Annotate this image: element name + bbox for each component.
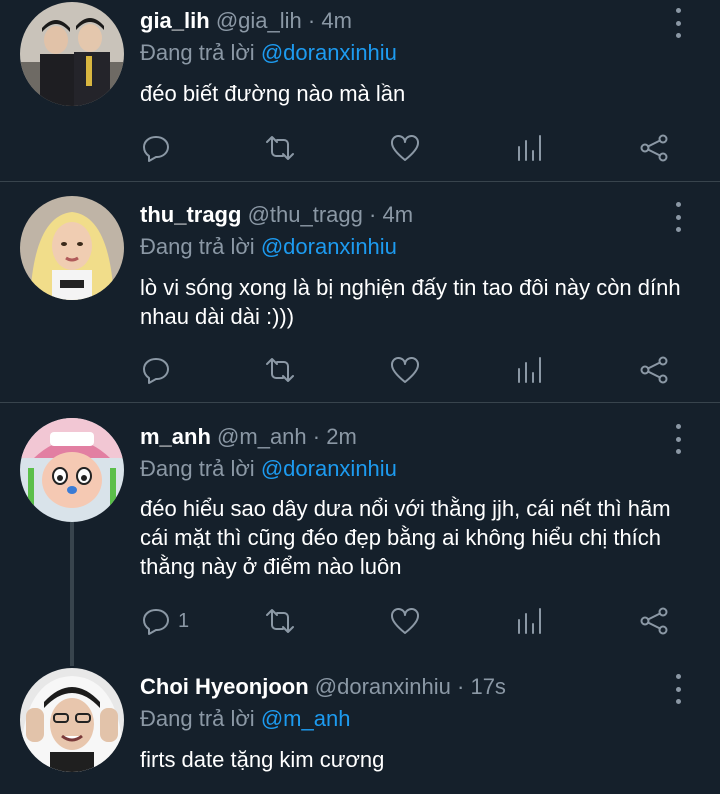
tweet-gia-lih[interactable]: gia_lih @gia_lih · 4m Đang trả lời @dora… (0, 0, 720, 180)
display-name[interactable]: Choi Hyeonjoon (140, 674, 309, 699)
retweet-button[interactable] (264, 130, 296, 166)
user-handle[interactable]: @doranxinhiu (315, 674, 451, 699)
like-icon (391, 608, 419, 634)
replying-to: Đang trả lời @doranxinhiu (140, 233, 397, 261)
retweet-button[interactable] (264, 352, 296, 388)
tweet-header: thu_tragg @thu_tragg · 4m (140, 201, 413, 229)
user-handle[interactable]: @m_anh (217, 424, 307, 449)
more-icon[interactable] (668, 674, 688, 704)
tweet-thu-tragg[interactable]: thu_tragg @thu_tragg · 4m Đang trả lời @… (0, 182, 720, 402)
more-icon[interactable] (668, 202, 688, 232)
avatar[interactable] (20, 2, 124, 106)
separator-dot: · (369, 202, 377, 227)
retweet-icon (266, 136, 294, 160)
tweet-actions (0, 352, 720, 388)
reply-mention[interactable]: @doranxinhiu (261, 234, 397, 259)
timestamp[interactable]: 4m (382, 202, 413, 227)
reply-button[interactable] (140, 130, 178, 166)
replying-to: Đang trả lời @doranxinhiu (140, 39, 397, 67)
separator-dot: · (312, 424, 321, 449)
more-icon[interactable] (668, 424, 688, 454)
tweet-actions (0, 130, 720, 166)
reply-button[interactable] (140, 352, 178, 388)
analytics-icon (518, 608, 541, 634)
share-button[interactable] (638, 603, 670, 639)
tweet-choi-hyeonjoon[interactable]: Choi Hyeonjoon @doranxinhiu · 17s Đang t… (0, 665, 720, 794)
reply-button[interactable]: 1 (140, 603, 189, 639)
avatar[interactable] (20, 196, 124, 300)
reply-mention[interactable]: @doranxinhiu (261, 40, 397, 65)
reply-prefix: Đang trả lời (140, 234, 255, 259)
like-icon (391, 135, 419, 161)
reply-mention[interactable]: @doranxinhiu (261, 456, 397, 481)
display-name[interactable]: thu_tragg (140, 202, 241, 227)
reply-icon (143, 609, 169, 635)
share-icon (640, 607, 668, 635)
avatar[interactable] (20, 668, 124, 772)
like-button[interactable] (389, 352, 421, 388)
tweet-text: lò vi sóng xong là bị nghiện đấy tin tao… (140, 275, 681, 329)
analytics-button[interactable] (514, 130, 546, 166)
replying-to: Đang trả lời @m_anh (140, 705, 350, 733)
user-handle[interactable]: @gia_lih (216, 8, 302, 33)
analytics-icon (518, 357, 541, 383)
share-icon (640, 356, 668, 384)
tweet-text: firts date tặng kim cương (140, 747, 385, 772)
share-button[interactable] (638, 352, 670, 388)
tweet-actions: 1 (0, 603, 720, 639)
tweet-header: gia_lih @gia_lih · 4m (140, 7, 352, 35)
reply-prefix: Đang trả lời (140, 456, 255, 481)
timestamp[interactable]: 17s (470, 674, 505, 699)
user-handle[interactable]: @thu_tragg (248, 202, 363, 227)
tweet-text: đéo biết đường nào mà lần (140, 81, 406, 106)
tweet-m-anh[interactable]: m_anh @m_anh · 2m Đang trả lời @doranxin… (0, 403, 720, 665)
more-icon[interactable] (668, 8, 688, 38)
display-name[interactable]: gia_lih (140, 8, 210, 33)
retweet-icon (266, 609, 294, 633)
tweet-header: Choi Hyeonjoon @doranxinhiu · 17s (140, 673, 506, 701)
reply-prefix: Đang trả lời (140, 40, 255, 65)
analytics-icon (518, 135, 541, 161)
reply-count: 1 (178, 609, 190, 632)
display-name[interactable]: m_anh (140, 424, 211, 449)
share-button[interactable] (638, 130, 670, 166)
reply-icon (143, 136, 169, 162)
reply-mention[interactable]: @m_anh (261, 706, 351, 731)
like-icon (391, 357, 419, 383)
reply-prefix: Đang trả lời (140, 706, 255, 731)
separator-dot: · (457, 674, 465, 699)
retweet-button[interactable] (264, 603, 296, 639)
tweet-text: đéo hiểu sao dây dưa nổi với thằng jjh, … (140, 496, 671, 579)
analytics-button[interactable] (514, 603, 546, 639)
timestamp[interactable]: 2m (326, 424, 357, 449)
like-button[interactable] (389, 130, 421, 166)
like-button[interactable] (389, 603, 421, 639)
share-icon (640, 134, 668, 162)
separator-dot: · (307, 8, 316, 33)
tweet-header: m_anh @m_anh · 2m (140, 423, 357, 451)
avatar[interactable] (20, 418, 124, 522)
reply-icon (143, 358, 169, 384)
analytics-button[interactable] (514, 352, 546, 388)
replying-to: Đang trả lời @doranxinhiu (140, 455, 397, 483)
timestamp[interactable]: 4m (321, 8, 352, 33)
retweet-icon (266, 358, 294, 382)
